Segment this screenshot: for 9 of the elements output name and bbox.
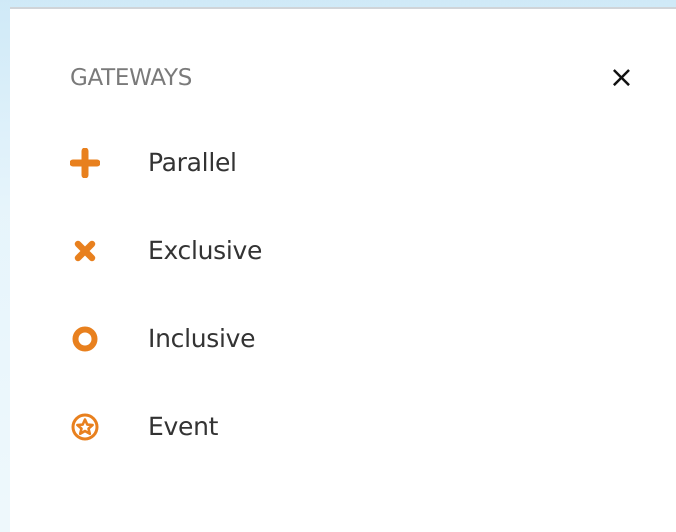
gateway-option[interactable]: Parallel: [148, 144, 237, 182]
gateway-option[interactable]: Exclusive: [148, 232, 262, 270]
close-button[interactable]: ×: [604, 63, 638, 93]
gateway-option[interactable]: Inclusive: [148, 320, 256, 358]
circle-icon: [70, 324, 100, 354]
gateway-option[interactable]: Event: [148, 408, 218, 446]
star-circle-icon: [70, 412, 100, 442]
plus-icon: [70, 148, 100, 178]
panel-title: GATEWAYS: [70, 64, 192, 93]
